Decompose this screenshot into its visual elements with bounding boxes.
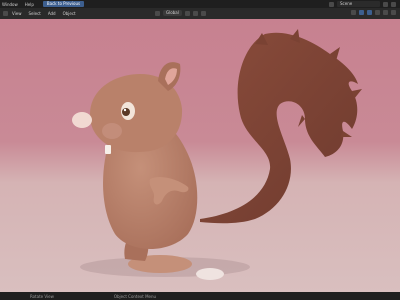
transform-controls: Global — [155, 10, 206, 16]
close-icon[interactable] — [391, 1, 396, 7]
menu-view[interactable]: View — [12, 11, 22, 16]
scene-field[interactable]: Scene — [337, 1, 380, 7]
scene-selector: Scene — [329, 1, 396, 7]
menu-select[interactable]: Select — [29, 11, 41, 16]
menu-add[interactable]: Add — [48, 11, 56, 16]
shading-controls — [351, 10, 396, 15]
top-bar: Window Help Back to Previous Scene — [0, 0, 400, 8]
squirrel-nose — [72, 112, 92, 128]
visibility-icon[interactable] — [351, 10, 356, 15]
status-bar: Rotate View Object Context Menu — [0, 292, 400, 300]
scene-icon — [329, 1, 334, 7]
solid-shading-icon[interactable] — [383, 10, 388, 15]
squirrel-eye-highlight — [123, 108, 127, 112]
snap-icon[interactable] — [192, 10, 198, 16]
orientation-dropdown[interactable]: Global — [163, 10, 182, 16]
status-context-menu: Object Context Menu — [113, 293, 157, 299]
xray-icon[interactable] — [375, 10, 380, 15]
squirrel-teeth — [105, 145, 111, 154]
menu-help[interactable]: Help — [25, 2, 34, 7]
menu-window[interactable]: Window — [2, 2, 18, 7]
squirrel-render — [0, 19, 400, 292]
menu-object[interactable]: Object — [63, 11, 76, 16]
acorn-object — [196, 268, 224, 280]
3d-viewport[interactable] — [0, 19, 400, 292]
orientation-icon[interactable] — [155, 10, 160, 16]
squirrel-pupil — [122, 108, 130, 116]
gizmo-icon[interactable] — [359, 10, 364, 15]
overlay-icon[interactable] — [367, 10, 372, 15]
background — [0, 19, 400, 292]
scene-browse-icon[interactable] — [383, 1, 388, 7]
status-rotate-view: Rotate View — [30, 293, 54, 299]
proportional-edit-icon[interactable] — [200, 10, 206, 16]
squirrel-cheek — [102, 123, 122, 139]
pivot-icon[interactable] — [184, 10, 190, 16]
back-to-previous-button[interactable]: Back to Previous — [42, 1, 85, 7]
material-shading-icon[interactable] — [391, 10, 396, 15]
editor-type-icon[interactable] — [3, 11, 8, 16]
